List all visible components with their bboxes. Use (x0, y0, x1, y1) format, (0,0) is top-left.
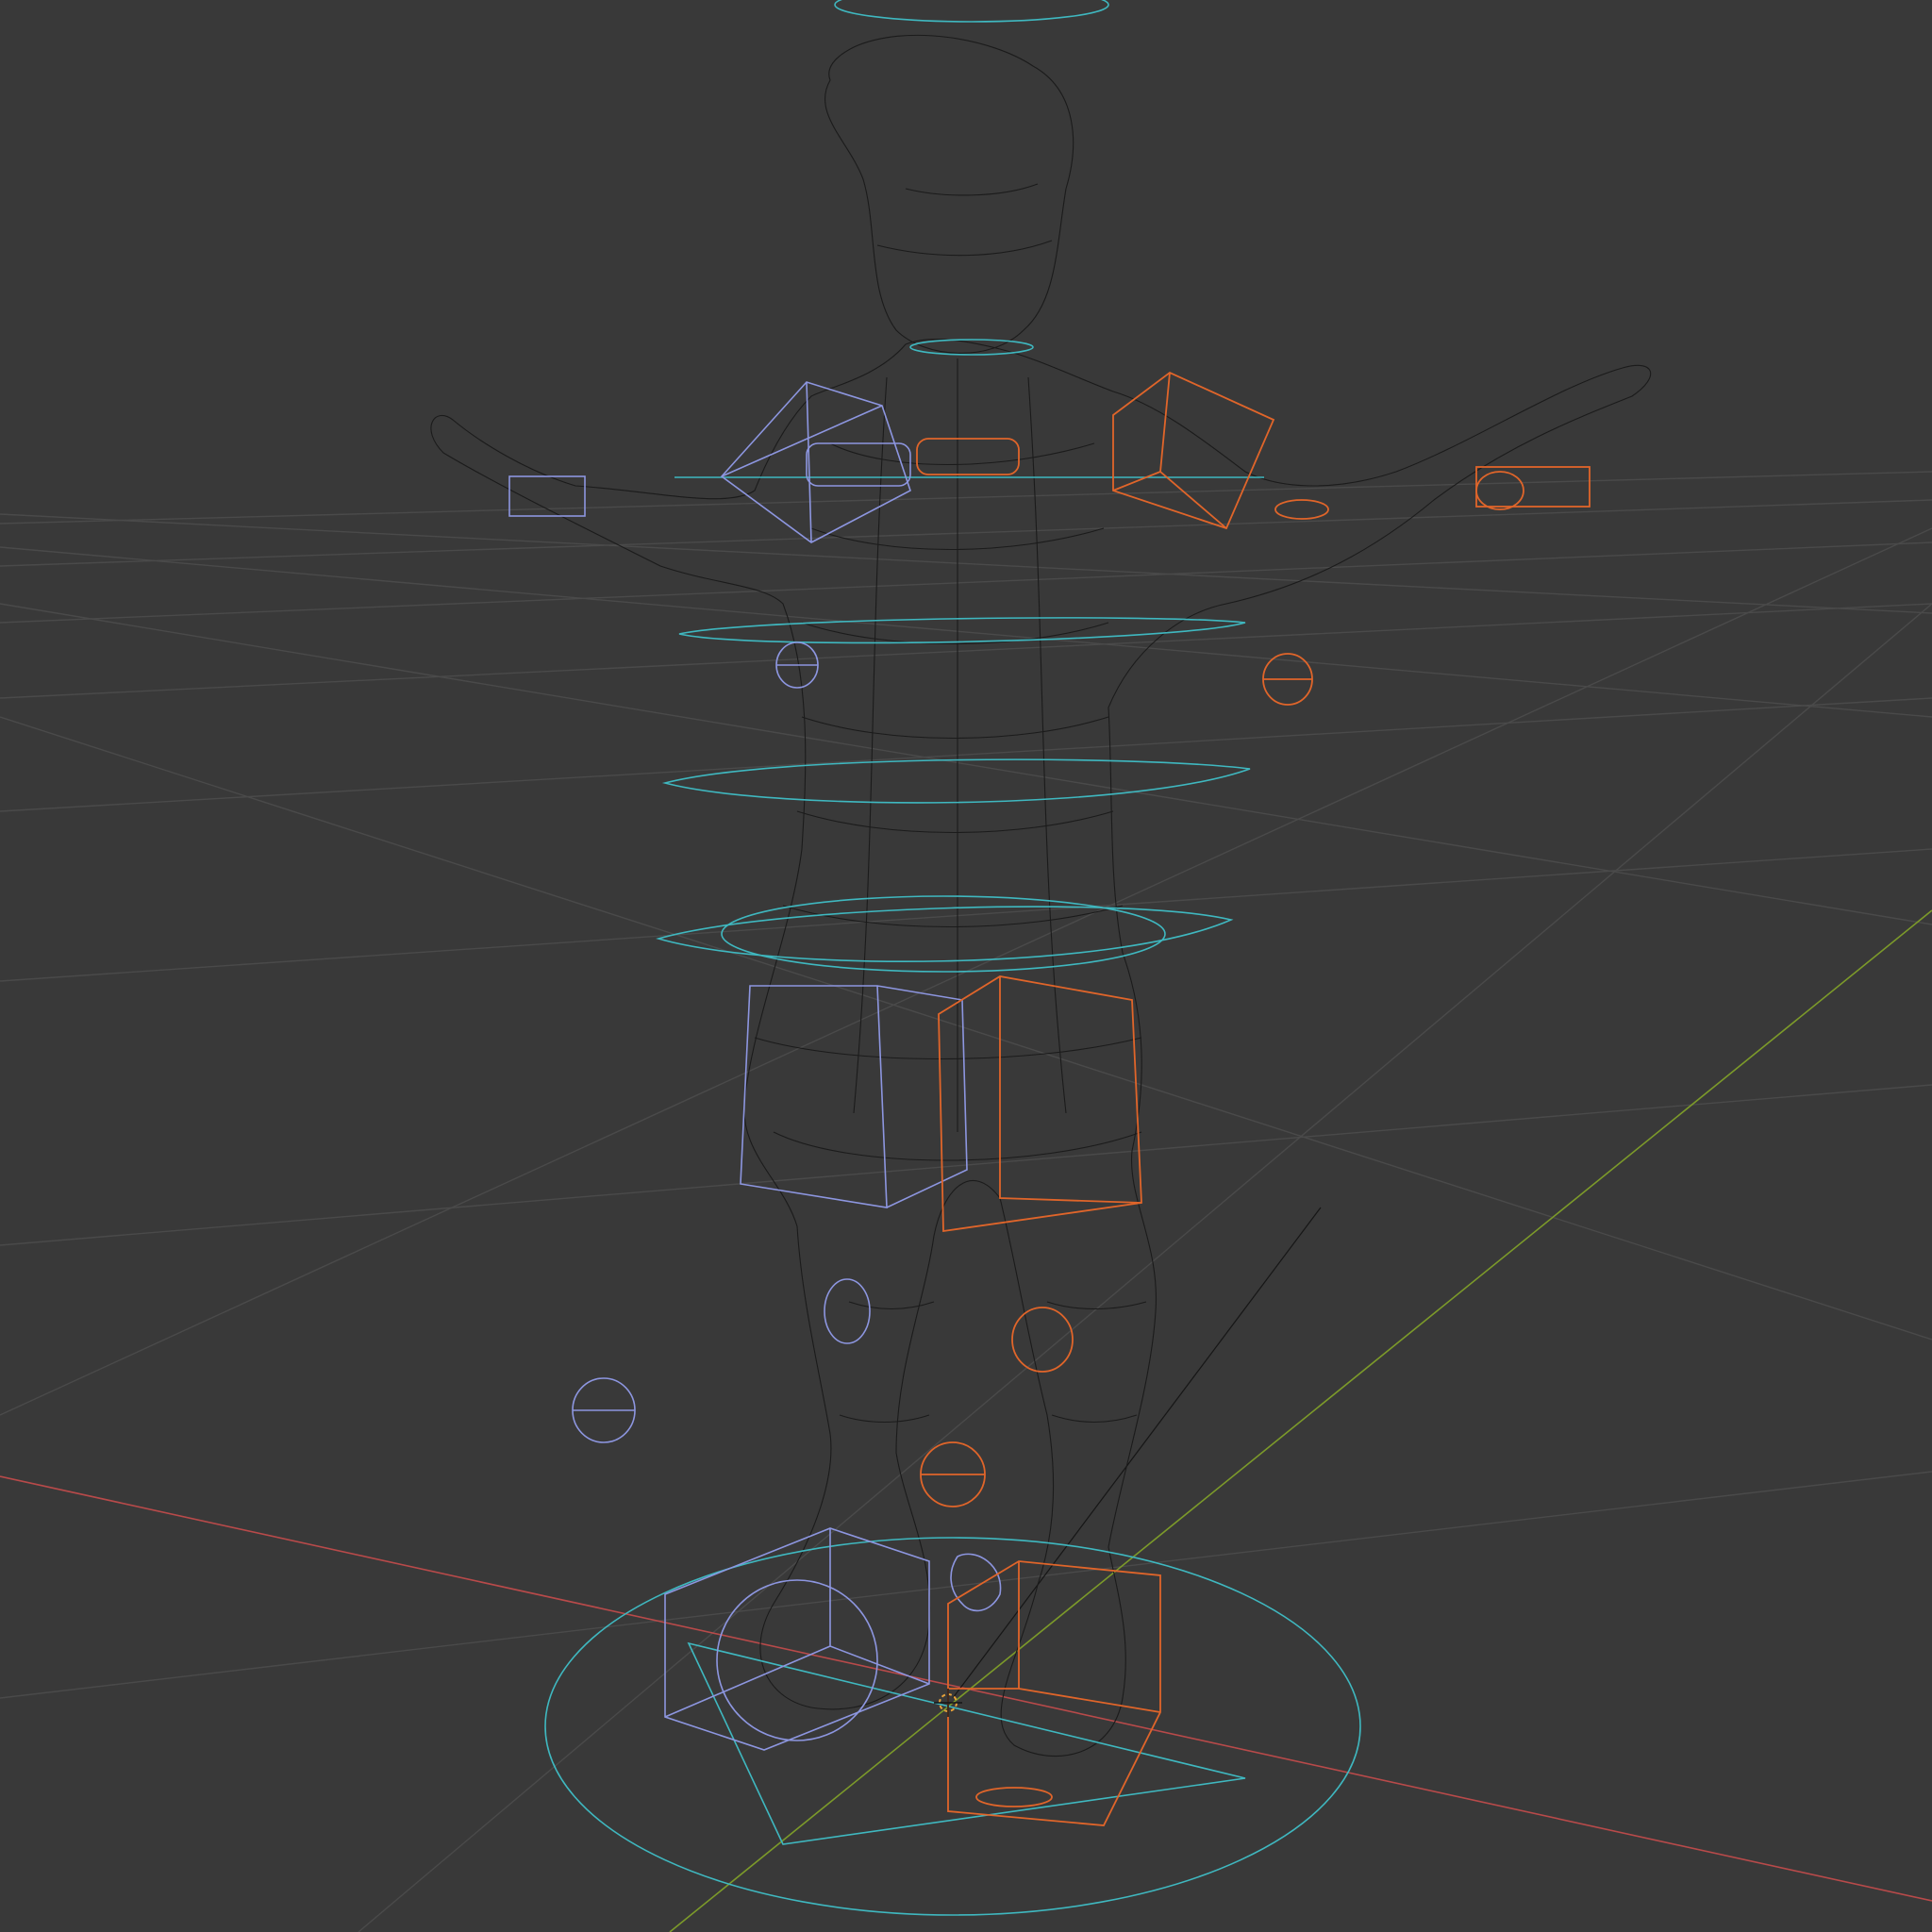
right-foot-control[interactable] (947, 1560, 1161, 1826)
z-helper-line (952, 1207, 1322, 1699)
mesh-flow-1 (829, 442, 1095, 466)
right-heel-control[interactable] (975, 1787, 1053, 1807)
mesh-flow-14 (848, 1301, 935, 1310)
floor-grid (0, 471, 1932, 1932)
mesh-flow-17 (1051, 1414, 1138, 1424)
head-top-control[interactable] (834, 0, 1109, 23)
right-wrist-control[interactable] (1475, 471, 1524, 510)
left-toe-control[interactable] (950, 1553, 1002, 1612)
left-rig-controls[interactable] (508, 381, 1002, 1751)
chest-control[interactable] (678, 617, 1246, 644)
right-upperarm-ring[interactable] (1274, 499, 1329, 520)
right-knee-pole[interactable] (1011, 1307, 1074, 1373)
mesh-flow-11 (1027, 376, 1067, 1114)
head-wire (824, 34, 1074, 354)
mesh-flow-5 (796, 810, 1114, 833)
3d-cursor-icon[interactable] (934, 1689, 962, 1717)
mesh-flow-10 (853, 376, 888, 1114)
right-thigh-control[interactable] (938, 975, 1142, 1233)
left-knee-pole[interactable] (824, 1278, 871, 1344)
center-rig-controls[interactable] (544, 0, 1361, 1916)
right-shoulder-control[interactable] (1112, 371, 1275, 530)
mesh-flow-16 (839, 1414, 930, 1424)
left-clavicle-control[interactable] (806, 442, 911, 487)
root-direction-control[interactable] (687, 1641, 1246, 1845)
body-wire (430, 339, 1652, 1757)
right-clavicle-control[interactable] (916, 438, 1020, 475)
mesh-flow-13 (876, 240, 1053, 257)
character-mesh[interactable] (430, 34, 1652, 1757)
root-control[interactable] (544, 1537, 1361, 1916)
mesh-flow-8 (773, 1131, 1142, 1161)
3d-viewport[interactable] (0, 0, 1932, 1932)
hips-control[interactable] (656, 906, 1234, 962)
mesh-flow-15 (1046, 1301, 1147, 1309)
mesh-flow-12 (905, 183, 1039, 196)
y-axis-line (669, 909, 1932, 1932)
viewport-canvas[interactable] (0, 0, 1932, 1932)
mesh-flow-4 (801, 716, 1109, 739)
mesh-flow-7 (754, 1037, 1142, 1059)
